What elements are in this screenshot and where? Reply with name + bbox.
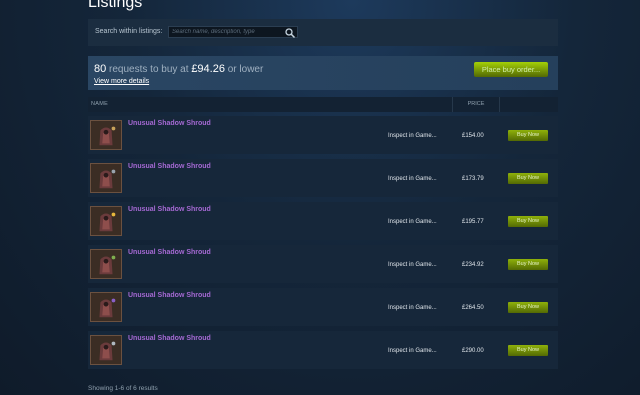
item-price: £195.77 <box>462 219 484 225</box>
column-header-name: NAME <box>91 101 109 107</box>
item-name[interactable]: Unusual Shadow Shroud <box>128 249 211 256</box>
item-name[interactable]: Unusual Shadow Shroud <box>128 120 211 127</box>
item-name[interactable]: Unusual Shadow Shroud <box>128 292 211 299</box>
table-row: Unusual Shadow Shroud Inspect in Game...… <box>88 159 558 197</box>
item-name[interactable]: Unusual Shadow Shroud <box>128 163 211 170</box>
unusual-effect-icon <box>111 255 116 260</box>
buy-now-button[interactable]: Buy Now <box>508 302 548 313</box>
table-row: Unusual Shadow Shroud Inspect in Game...… <box>88 288 558 326</box>
request-text: requests to buy at <box>109 64 189 75</box>
item-thumbnail[interactable] <box>90 335 122 365</box>
item-name[interactable]: Unusual Shadow Shroud <box>128 206 211 213</box>
search-bar: Search within listings: <box>88 19 558 46</box>
search-label: Search within listings: <box>95 28 163 35</box>
results-count: Showing 1-6 of 6 results <box>88 385 158 392</box>
place-buy-order-button[interactable]: Place buy order... <box>474 62 548 77</box>
buy-now-button[interactable]: Buy Now <box>508 259 548 270</box>
inspect-in-game-link[interactable]: Inspect in Game... <box>388 262 437 268</box>
table-header: NAME PRICE <box>88 97 558 112</box>
request-count: 80 <box>94 63 107 75</box>
item-price: £173.79 <box>462 176 484 182</box>
column-header-price: PRICE <box>452 97 500 112</box>
buy-now-button[interactable]: Buy Now <box>508 173 548 184</box>
table-row: Unusual Shadow Shroud Inspect in Game...… <box>88 331 558 369</box>
unusual-effect-icon <box>111 298 116 303</box>
item-thumbnail[interactable] <box>90 249 122 279</box>
request-price: £94.26 <box>191 63 225 75</box>
search-input[interactable] <box>168 26 298 38</box>
buy-request-line: 80 requests to buy at £94.26 or lower <box>94 63 263 75</box>
inspect-in-game-link[interactable]: Inspect in Game... <box>388 219 437 225</box>
item-thumbnail[interactable] <box>90 206 122 236</box>
item-thumbnail[interactable] <box>90 292 122 322</box>
buy-now-button[interactable]: Buy Now <box>508 216 548 227</box>
item-price: £234.92 <box>462 262 484 268</box>
inspect-in-game-link[interactable]: Inspect in Game... <box>388 348 437 354</box>
search-icon[interactable] <box>284 26 296 39</box>
item-price: £154.00 <box>462 133 484 139</box>
table-row: Unusual Shadow Shroud Inspect in Game...… <box>88 245 558 283</box>
unusual-effect-icon <box>111 341 116 346</box>
item-name[interactable]: Unusual Shadow Shroud <box>128 335 211 342</box>
table-row: Unusual Shadow Shroud Inspect in Game...… <box>88 116 558 154</box>
table-row: Unusual Shadow Shroud Inspect in Game...… <box>88 202 558 240</box>
item-thumbnail[interactable] <box>90 163 122 193</box>
inspect-in-game-link[interactable]: Inspect in Game... <box>388 176 437 182</box>
page-title: Listings <box>88 0 143 11</box>
view-details-link[interactable]: View more details <box>94 78 149 85</box>
item-price: £290.00 <box>462 348 484 354</box>
buy-now-button[interactable]: Buy Now <box>508 130 548 141</box>
unusual-effect-icon <box>111 212 116 217</box>
buy-order-summary: 80 requests to buy at £94.26 or lower Vi… <box>88 56 558 90</box>
request-suffix: or lower <box>227 64 264 75</box>
item-price: £264.50 <box>462 305 484 311</box>
unusual-effect-icon <box>111 126 116 131</box>
buy-now-button[interactable]: Buy Now <box>508 345 548 356</box>
item-thumbnail[interactable] <box>90 120 122 150</box>
unusual-effect-icon <box>111 169 116 174</box>
inspect-in-game-link[interactable]: Inspect in Game... <box>388 133 437 139</box>
inspect-in-game-link[interactable]: Inspect in Game... <box>388 305 437 311</box>
